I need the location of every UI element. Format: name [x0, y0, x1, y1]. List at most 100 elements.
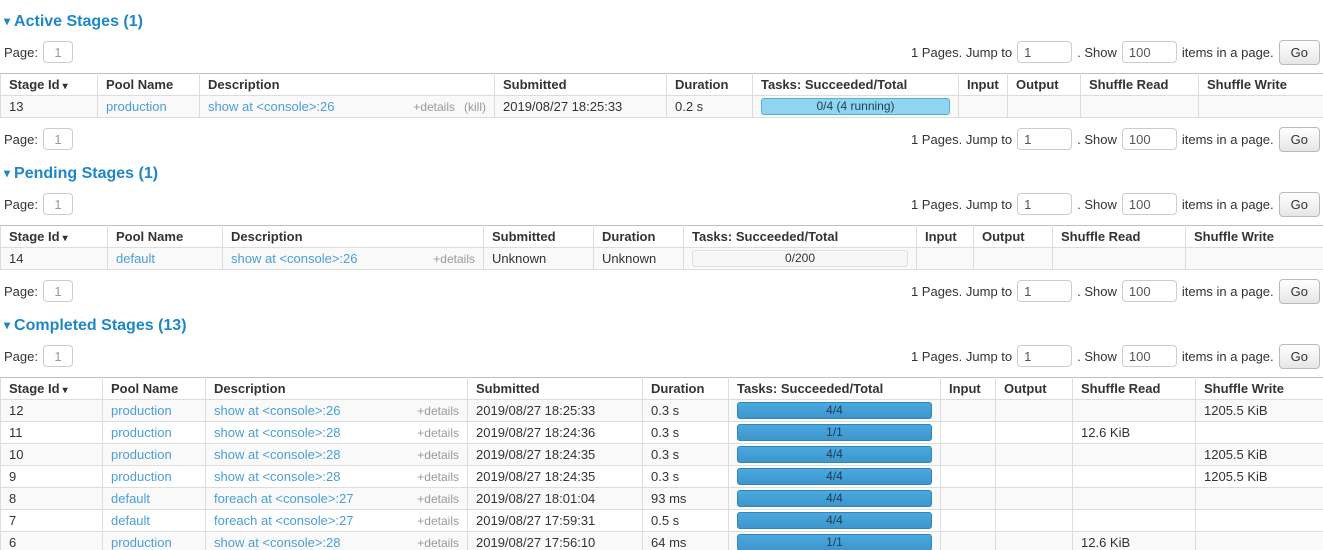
column-header-tasks-succeeded-total[interactable]: Tasks: Succeeded/Total	[729, 378, 941, 400]
column-header-input[interactable]: Input	[941, 378, 996, 400]
column-header-output[interactable]: Output	[1008, 74, 1081, 96]
column-header-duration[interactable]: Duration	[643, 378, 729, 400]
column-label: Input	[925, 229, 957, 244]
column-label: Duration	[675, 77, 728, 92]
jump-to-input[interactable]	[1017, 128, 1072, 150]
description-link[interactable]: show at <console>:28	[214, 469, 340, 484]
kill-link[interactable]: (kill)	[464, 100, 486, 114]
pool-name-link[interactable]: default	[111, 491, 150, 506]
column-header-pool-name[interactable]: Pool Name	[108, 226, 223, 248]
column-header-shuffle-write[interactable]: Shuffle Write	[1199, 74, 1323, 96]
jump-to-input[interactable]	[1017, 193, 1072, 215]
pool-name-link[interactable]: production	[111, 469, 172, 484]
column-header-submitted[interactable]: Submitted	[484, 226, 594, 248]
details-link[interactable]: +details	[417, 470, 459, 484]
column-header-stage-id[interactable]: Stage Id▾	[1, 378, 103, 400]
section-heading-active[interactable]: ▾Active Stages (1)	[4, 13, 1319, 31]
column-header-duration[interactable]: Duration	[594, 226, 684, 248]
details-link[interactable]: +details	[433, 252, 475, 266]
column-label: Duration	[651, 381, 704, 396]
go-button[interactable]: Go	[1279, 40, 1320, 65]
output-cell	[996, 422, 1073, 444]
column-label: Submitted	[492, 229, 556, 244]
pool-name-cell: production	[103, 466, 206, 488]
description-wrap: show at <console>:28 +details	[214, 447, 459, 462]
go-button[interactable]: Go	[1279, 192, 1320, 217]
jump-to-input[interactable]	[1017, 280, 1072, 302]
show-count-input[interactable]	[1122, 193, 1177, 215]
column-header-output[interactable]: Output	[996, 378, 1073, 400]
submitted-cell: 2019/08/27 18:01:04	[468, 488, 643, 510]
column-header-input[interactable]: Input	[959, 74, 1008, 96]
go-button[interactable]: Go	[1279, 127, 1320, 152]
column-header-duration[interactable]: Duration	[667, 74, 753, 96]
column-header-shuffle-write[interactable]: Shuffle Write	[1196, 378, 1323, 400]
details-link[interactable]: +details	[417, 404, 459, 418]
details-link[interactable]: +details	[413, 100, 455, 114]
show-count-input[interactable]	[1122, 345, 1177, 367]
show-count-input[interactable]	[1122, 41, 1177, 63]
show-count-input[interactable]	[1122, 128, 1177, 150]
page-number-input[interactable]	[43, 128, 73, 150]
tasks-cell: 1/1	[729, 422, 941, 444]
description-link[interactable]: foreach at <console>:27	[214, 513, 354, 528]
column-header-tasks-succeeded-total[interactable]: Tasks: Succeeded/Total	[684, 226, 917, 248]
column-header-submitted[interactable]: Submitted	[468, 378, 643, 400]
details-link[interactable]: +details	[417, 426, 459, 440]
task-progress-bar: 4/4	[737, 402, 932, 419]
page-number-input[interactable]	[43, 280, 73, 302]
description-actions: +details (kill)	[404, 99, 486, 114]
column-header-shuffle-read[interactable]: Shuffle Read	[1073, 378, 1196, 400]
description-cell: show at <console>:28 +details	[206, 466, 468, 488]
section-heading-completed[interactable]: ▾Completed Stages (13)	[4, 317, 1319, 335]
description-link[interactable]: show at <console>:26	[208, 99, 334, 114]
page-number-input[interactable]	[43, 345, 73, 367]
column-header-description[interactable]: Description	[200, 74, 495, 96]
pool-name-link[interactable]: production	[111, 447, 172, 462]
pool-name-link[interactable]: production	[111, 535, 172, 550]
column-header-description[interactable]: Description	[223, 226, 484, 248]
column-header-shuffle-read[interactable]: Shuffle Read	[1081, 74, 1199, 96]
description-link[interactable]: foreach at <console>:27	[214, 491, 354, 506]
go-button[interactable]: Go	[1279, 344, 1320, 369]
jump-to-input[interactable]	[1017, 345, 1072, 367]
pool-name-link[interactable]: default	[116, 251, 155, 266]
page-number-input[interactable]	[43, 193, 73, 215]
details-link[interactable]: +details	[417, 448, 459, 462]
description-link[interactable]: show at <console>:28	[214, 425, 340, 440]
pool-name-link[interactable]: default	[111, 513, 150, 528]
column-header-shuffle-write[interactable]: Shuffle Write	[1186, 226, 1323, 248]
description-link[interactable]: show at <console>:28	[214, 535, 340, 550]
column-header-pool-name[interactable]: Pool Name	[98, 74, 200, 96]
column-header-input[interactable]: Input	[917, 226, 974, 248]
show-count-input[interactable]	[1122, 280, 1177, 302]
description-link[interactable]: show at <console>:26	[214, 403, 340, 418]
jump-to-input[interactable]	[1017, 41, 1072, 63]
description-cell: show at <console>:28 +details	[206, 444, 468, 466]
column-header-stage-id[interactable]: Stage Id▾	[1, 74, 98, 96]
description-link[interactable]: show at <console>:26	[231, 251, 357, 266]
pool-name-link[interactable]: production	[111, 425, 172, 440]
column-header-pool-name[interactable]: Pool Name	[103, 378, 206, 400]
details-link[interactable]: +details	[417, 492, 459, 506]
details-link[interactable]: +details	[417, 514, 459, 528]
section-heading-pending[interactable]: ▾Pending Stages (1)	[4, 165, 1319, 183]
column-header-shuffle-read[interactable]: Shuffle Read	[1053, 226, 1186, 248]
page-number-input[interactable]	[43, 41, 73, 63]
description-link[interactable]: show at <console>:28	[214, 447, 340, 462]
submitted-cell: 2019/08/27 18:24:36	[468, 422, 643, 444]
column-header-stage-id[interactable]: Stage Id▾	[1, 226, 108, 248]
go-button[interactable]: Go	[1279, 279, 1320, 304]
pool-name-link[interactable]: production	[106, 99, 167, 114]
column-header-description[interactable]: Description	[206, 378, 468, 400]
column-header-submitted[interactable]: Submitted	[495, 74, 667, 96]
output-cell	[996, 400, 1073, 422]
column-label: Shuffle Read	[1081, 381, 1160, 396]
shuffle-write-cell: 1205.5 KiB	[1196, 444, 1323, 466]
pool-name-link[interactable]: production	[111, 403, 172, 418]
input-cell	[941, 466, 996, 488]
column-header-tasks-succeeded-total[interactable]: Tasks: Succeeded/Total	[753, 74, 959, 96]
details-link[interactable]: +details	[417, 536, 459, 550]
column-header-output[interactable]: Output	[974, 226, 1053, 248]
section-title: Pending Stages (1)	[14, 165, 158, 182]
